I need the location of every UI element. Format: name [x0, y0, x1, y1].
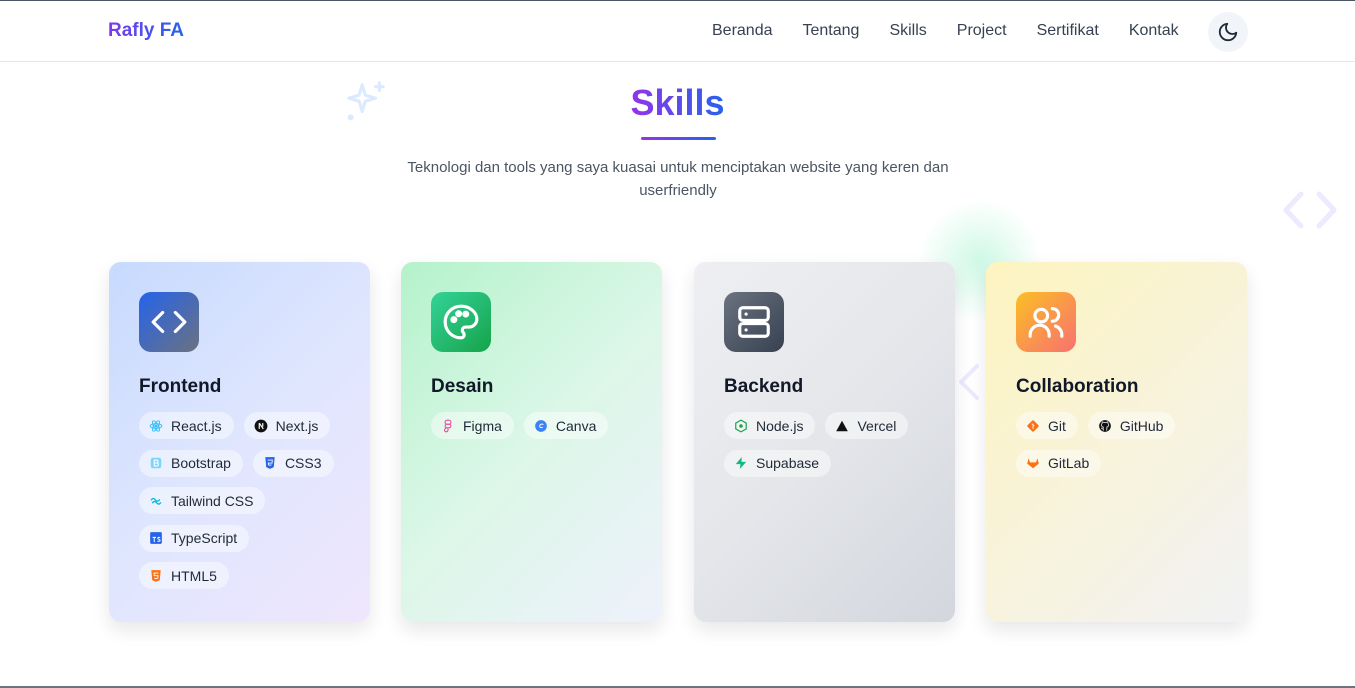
users-icon	[1028, 306, 1064, 338]
typescript-icon	[149, 531, 163, 545]
git-icon	[1026, 419, 1040, 433]
nextjs-icon	[254, 419, 268, 433]
card-icon-design	[431, 292, 491, 352]
html5-icon	[149, 569, 163, 583]
section-title: Skills	[630, 82, 725, 123]
skill-chips: React.js Next.js Bootstrap CSS3 Tailwind…	[139, 412, 349, 600]
theme-toggle-button[interactable]	[1208, 12, 1248, 52]
card-icon-frontend	[139, 292, 199, 352]
chevron-left-icon	[959, 364, 979, 400]
skill-chip-nodejs: Node.js	[724, 412, 816, 439]
tailwind-icon	[149, 494, 163, 508]
css3-icon	[263, 456, 277, 470]
card-title: Backend	[724, 376, 804, 397]
skill-card-backend: Backend Node.js Vercel Supabase	[694, 262, 955, 622]
moon-icon	[1218, 22, 1238, 42]
skill-chips: Figma Canva	[431, 412, 641, 450]
card-icon-backend	[724, 292, 784, 352]
skill-card-design: Desain Figma Canva	[401, 262, 662, 622]
server-icon	[738, 306, 770, 338]
card-icon-collaboration	[1016, 292, 1076, 352]
react-icon	[149, 419, 163, 433]
skill-chips: Node.js Vercel Supabase	[724, 412, 934, 487]
card-title: Collaboration	[1016, 376, 1139, 397]
nav-links: Beranda Tentang Skills Project Sertifika…	[712, 22, 1209, 40]
brand-logo[interactable]: Rafly FA	[108, 20, 184, 42]
card-title: Frontend	[139, 376, 222, 397]
skill-card-collaboration: Collaboration Git GitHub GitLab	[986, 262, 1247, 622]
skill-chip-tailwind: Tailwind CSS	[139, 487, 266, 514]
nav-link-beranda[interactable]: Beranda	[712, 22, 773, 40]
navbar: Rafly FA Beranda Tentang Skills Project …	[0, 1, 1355, 62]
code-icon	[151, 310, 187, 334]
skill-chip-react: React.js	[139, 412, 234, 439]
skill-chips: Git GitHub GitLab	[1016, 412, 1226, 487]
skill-chip-nextjs: Next.js	[243, 412, 331, 439]
skill-chip-github: GitHub	[1087, 412, 1176, 439]
skill-chip-typescript: TypeScript	[139, 524, 250, 552]
gitlab-icon	[1026, 456, 1040, 470]
bootstrap-icon	[149, 456, 163, 470]
skill-chip-bootstrap: Bootstrap	[139, 449, 243, 477]
nav-link-kontak[interactable]: Kontak	[1129, 22, 1179, 40]
vercel-icon	[835, 419, 849, 433]
skill-chip-supabase: Supabase	[724, 449, 832, 477]
skill-chip-figma: Figma	[431, 412, 514, 439]
section-subtitle: Teknologi dan tools yang saya kuasai unt…	[407, 159, 949, 199]
title-underline	[641, 137, 716, 140]
code-brackets-icon	[1283, 191, 1337, 229]
skill-chip-git: Git	[1016, 412, 1078, 439]
canva-icon	[534, 419, 548, 433]
nav-link-project[interactable]: Project	[957, 22, 1007, 40]
nav-link-tentang[interactable]: Tentang	[803, 22, 860, 40]
card-title: Desain	[431, 376, 494, 397]
skill-chip-gitlab: GitLab	[1016, 449, 1102, 477]
figma-icon	[441, 419, 455, 433]
skill-chip-vercel: Vercel	[825, 412, 909, 439]
skill-card-frontend: Frontend React.js Next.js Bootstrap CSS3…	[109, 262, 370, 622]
palette-icon	[443, 304, 479, 340]
skill-chip-html5: HTML5	[139, 562, 229, 589]
nav-link-skills[interactable]: Skills	[889, 22, 926, 40]
nodejs-icon	[734, 418, 748, 433]
skill-chip-canva: Canva	[523, 412, 609, 439]
supabase-icon	[734, 456, 748, 470]
nav-link-sertifikat[interactable]: Sertifikat	[1037, 22, 1099, 40]
skill-chip-css3: CSS3	[252, 449, 334, 477]
github-icon	[1098, 419, 1112, 433]
